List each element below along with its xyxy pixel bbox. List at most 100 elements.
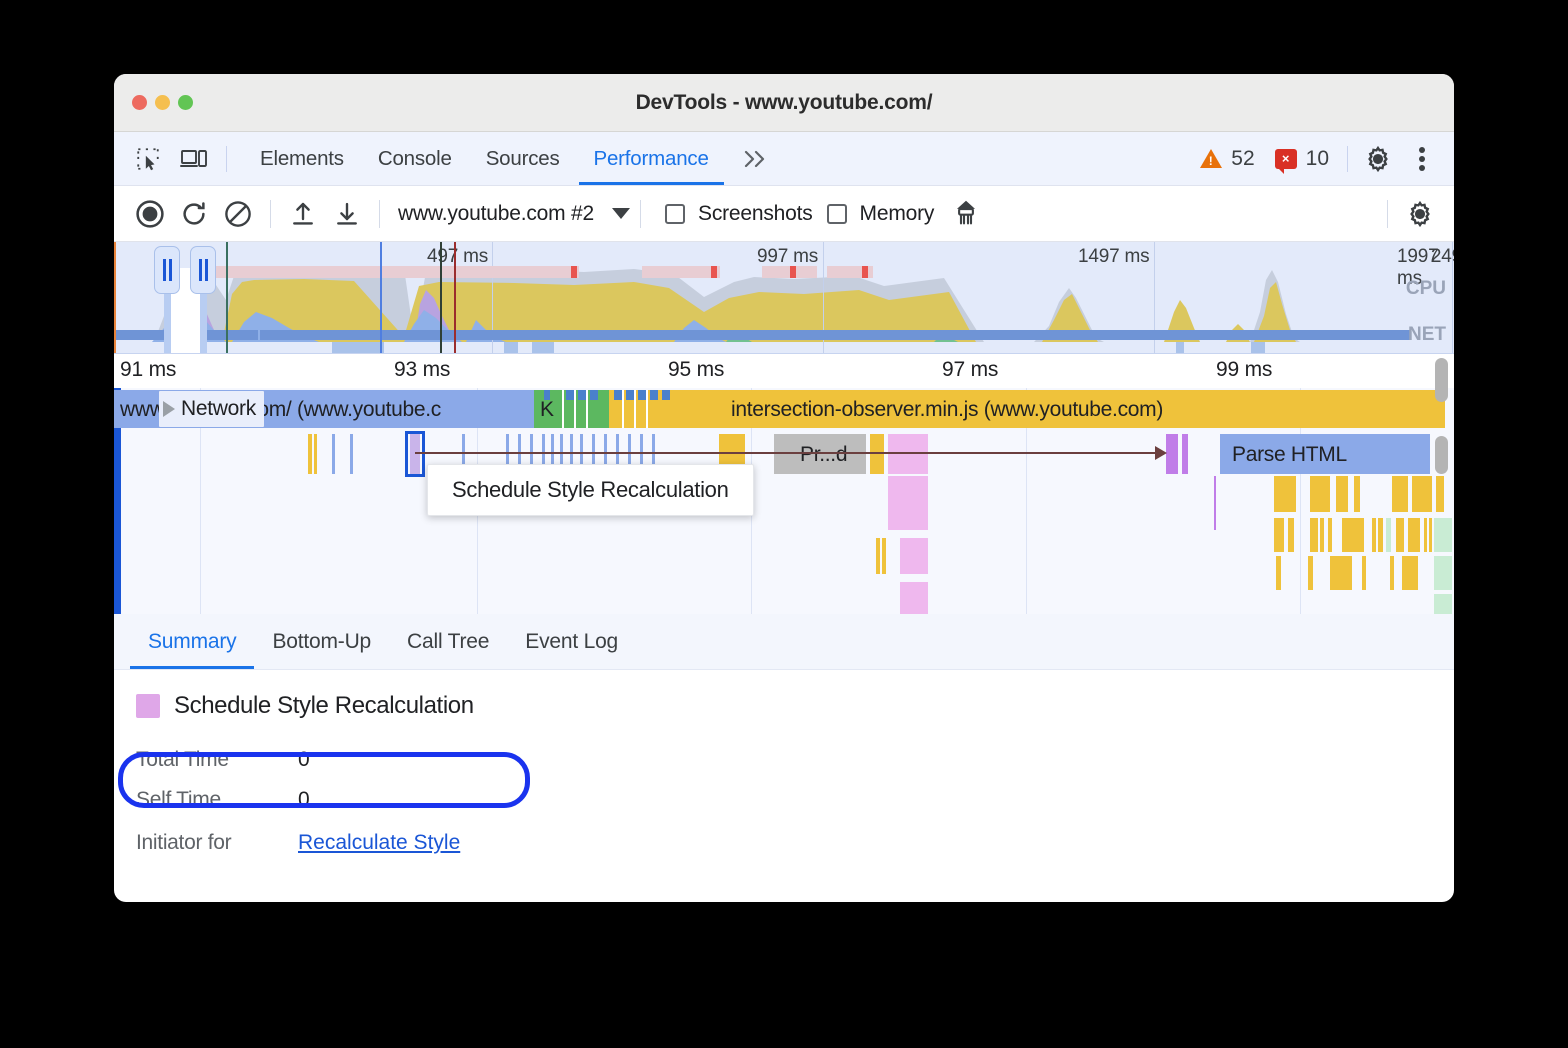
flame-bar-recalculate-style[interactable] [1182,434,1188,474]
device-toolbar-icon[interactable] [174,139,214,179]
flame-bar-scripting[interactable] [1402,556,1418,590]
overview-long-task-marker [711,266,717,278]
clear-icon[interactable] [216,192,260,236]
flame-bar-scripting[interactable] [870,434,884,474]
flame-bar-micro[interactable] [308,434,312,474]
overview-long-task-marker [571,266,577,278]
flame-bar-scripting[interactable] [1390,556,1394,590]
flame-bar-scripting[interactable] [1396,518,1404,552]
flame-chart-rows[interactable]: www.youtube.com/ (www.youtube.c K inters… [114,388,1454,614]
flame-bar-scripting[interactable] [1308,556,1313,590]
initiator-for-label: Initiator for [136,831,298,855]
download-profile-icon[interactable] [325,192,369,236]
flame-bar-profiler-run[interactable]: Pr...d [774,434,866,474]
flame-bar-micro[interactable] [314,434,317,474]
errors-count-label: 10 [1306,147,1329,171]
expand-arrow-icon[interactable] [163,401,175,417]
profile-selector[interactable]: www.youtube.com #2 [390,202,630,226]
reload-record-icon[interactable] [172,192,216,236]
flame-bar-scripting[interactable] [1274,518,1284,552]
flame-bar-micro[interactable] [882,538,886,574]
flame-bar-scripting[interactable] [1429,518,1432,552]
window-titlebar: DevTools - www.youtube.com/ [114,74,1454,132]
chevron-down-icon[interactable] [612,208,630,219]
tab-performance[interactable]: Performance [577,132,726,185]
capture-settings-gear-icon[interactable] [1398,192,1442,236]
flame-bar-scripting[interactable] [1362,556,1366,590]
tab-summary[interactable]: Summary [130,614,254,669]
memory-checkbox[interactable]: Memory [827,202,935,226]
flame-bar-scripting[interactable] [1342,518,1364,552]
overview-load-marker [440,242,442,353]
tab-bottom-up[interactable]: Bottom-Up [254,614,389,669]
flame-bar-scripting[interactable] [1378,518,1383,552]
flame-bar-painting[interactable] [1386,518,1391,552]
flame-bar-scripting[interactable] [1288,518,1294,552]
memory-checkbox-box[interactable] [827,204,847,224]
tab-elements[interactable]: Elements [243,132,361,185]
tab-sources[interactable]: Sources [469,132,577,185]
flame-bar-painting[interactable] [1434,518,1452,552]
flame-bar-rendering[interactable] [900,582,928,614]
profile-name-label: www.youtube.com #2 [398,202,594,226]
kebab-menu-icon[interactable] [1402,139,1442,179]
tab-event-log[interactable]: Event Log [507,614,636,669]
flame-bar-intersection-observer-label: intersection-observer.min.js (www.youtub… [731,399,1163,420]
flame-bar-scripting[interactable] [1274,476,1296,512]
flame-bar-rendering[interactable] [888,476,928,530]
flame-bar-rendering[interactable] [888,434,928,474]
upload-profile-icon[interactable] [281,192,325,236]
overview-net-band-secondary [532,342,554,354]
flame-bar-scripting[interactable] [1392,476,1408,512]
memory-label: Memory [860,202,935,226]
flame-bar-scripting[interactable] [1412,476,1432,512]
flame-bar-scripting[interactable] [1276,556,1281,590]
flame-bar-scripting[interactable] [1328,518,1332,552]
record-icon[interactable] [128,192,172,236]
overview-selection-left-handle[interactable] [154,246,180,294]
tab-call-tree[interactable]: Call Tree [389,614,507,669]
more-tabs-icon[interactable] [726,132,784,185]
overview-frame-bar [642,266,720,278]
flame-bar-scripting[interactable] [1408,518,1420,552]
details-panel: Summary Bottom-Up Call Tree Event Log Sc… [114,614,1454,866]
flame-bar-micro[interactable] [332,434,335,474]
flame-bar-scripting[interactable] [1372,518,1376,552]
inspect-element-icon[interactable] [128,139,168,179]
flame-bar-recalculate-style[interactable] [1166,434,1178,474]
flame-group-header-network[interactable]: Network [159,391,264,427]
details-row-initiator-for: Initiator for Recalculate Style [136,820,1432,866]
flame-bar-scripting[interactable] [1320,518,1324,552]
tab-console[interactable]: Console [361,132,469,185]
flame-bar-parse-html[interactable]: Parse HTML [1220,434,1430,474]
collect-garbage-icon[interactable] [944,192,988,236]
flame-bar-painting[interactable] [1434,594,1452,614]
flame-bar-micro[interactable] [350,434,353,474]
flame-chart-scrollbar-thumb-secondary[interactable] [1435,436,1448,474]
flame-chart-scrollbar-thumb[interactable] [1435,358,1448,402]
flame-bar-scripting[interactable] [1336,476,1348,512]
flame-bar-rendering[interactable] [1214,476,1216,530]
flame-bar-scripting[interactable] [1310,518,1318,552]
flame-bar-micro[interactable] [876,538,880,574]
flame-bar-scripting[interactable] [1310,476,1330,512]
flame-chart-ruler: 91 ms 93 ms 95 ms 97 ms 99 ms [114,354,1454,388]
details-event-header: Schedule Style Recalculation [136,692,1432,720]
warnings-counter[interactable]: 52 [1192,147,1262,171]
flame-bar-tick [578,390,586,400]
gear-icon[interactable] [1358,139,1398,179]
flame-bar-scripting[interactable] [1354,476,1360,512]
screenshots-checkbox[interactable]: Screenshots [665,202,813,226]
initiator-for-link[interactable]: Recalculate Style [298,831,460,855]
flame-chart[interactable]: 91 ms 93 ms 95 ms 97 ms 99 ms www.youtub… [114,354,1454,614]
flame-bar-intersection-observer[interactable]: intersection-observer.min.js (www.youtub… [609,390,1417,428]
overview-selection-right-handle[interactable] [190,246,216,294]
flame-bar-painting[interactable] [1434,556,1452,590]
screenshots-checkbox-box[interactable] [665,204,685,224]
flame-bar-scripting[interactable] [1436,476,1444,512]
flame-bar-scripting[interactable] [1330,556,1352,590]
flame-bar-scripting[interactable] [1424,518,1427,552]
flame-bar-rendering[interactable] [900,538,928,574]
errors-counter[interactable]: × 10 [1267,147,1337,171]
timeline-overview[interactable]: 497 ms 997 ms 1497 ms 1997 ms CPU NET 24… [114,242,1454,354]
